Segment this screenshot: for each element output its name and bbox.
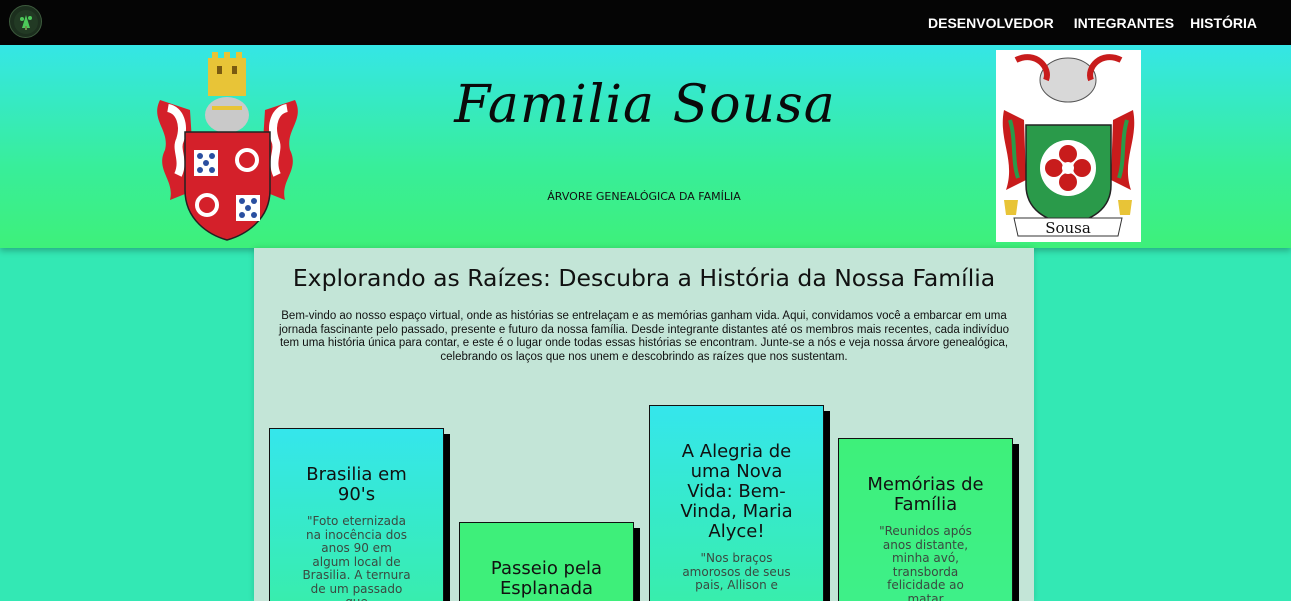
hero-banner: Familia Sousa ÁRVORE GENEALÓGICA DA FAMÍ… [0,45,1291,248]
card-description: "Nos braços amorosos de seus pais, Allis… [682,551,791,592]
story-card-memorias[interactable]: Memórias de Família "Reunidos após anos … [838,438,1013,601]
site-logo[interactable] [9,5,42,38]
hero-title: Familia Sousa [454,75,836,135]
card-title: Memórias de Família [867,474,984,515]
card-title: Brasilia em 90's [306,464,407,505]
story-card-brasilia[interactable]: Brasilia em 90's "Foto eternizada na ino… [269,428,444,601]
card-description: "Reunidos após anos distante, minha avó,… [879,524,972,601]
card-title: A Alegria de uma Nova Vida: Bem-Vinda, M… [680,441,793,542]
coat-of-arms-right-icon: Sousa [996,50,1141,242]
nav-link-historia[interactable]: HISTÓRIA [1190,15,1257,31]
main-nav: DESENVOLVEDOR INTEGRANTES HISTÓRIA [928,0,1257,45]
coat-of-arms-left-icon [157,52,298,241]
card-title: Passeio pela Esplanada [490,558,603,599]
tree-logo-icon [13,9,38,34]
nav-link-integrantes[interactable]: INTEGRANTES [1074,15,1174,31]
top-navbar: DESENVOLVEDOR INTEGRANTES HISTÓRIA [0,0,1291,45]
nav-link-desenvolvedor[interactable]: DESENVOLVEDOR [928,15,1054,31]
page-heading: Explorando as Raízes: Descubra a Históri… [292,264,996,292]
hero-subtitle: ÁRVORE GENEALÓGICA DA FAMÍLIA [547,190,741,203]
crest-right-label: Sousa [1045,219,1091,237]
story-card-maria-alyce[interactable]: A Alegria de uma Nova Vida: Bem-Vinda, M… [649,405,824,601]
intro-paragraph: Bem-vindo ao nosso espaço virtual, onde … [278,310,1010,363]
story-card-esplanada[interactable]: Passeio pela Esplanada [459,522,634,601]
card-description: "Foto eternizada na inocência dos anos 9… [302,514,411,601]
